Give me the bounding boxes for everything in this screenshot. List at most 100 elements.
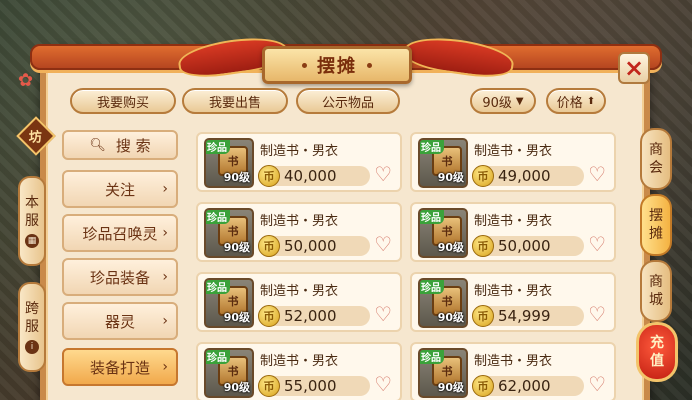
item-thumbnail: 书 珍品 90级 [418, 138, 468, 188]
sidebar-item-artifact-spirit[interactable]: 器灵 › [62, 302, 178, 340]
rtab-char: 商 [649, 142, 663, 158]
rarity-badge: 珍品 [420, 210, 444, 224]
rarity-badge: 珍品 [206, 140, 230, 154]
coin-icon: 币 [472, 305, 494, 327]
tab-mall[interactable]: 商 城 [640, 260, 672, 322]
coin-icon: 币 [472, 165, 494, 187]
item-card[interactable]: 书 珍品 90级 制造书・男衣 币 62,000 ♡ [410, 342, 616, 400]
sidebar-item-rare-equipment[interactable]: 珍品装备 › [62, 258, 178, 296]
price-bar: 币 52,000 [258, 305, 370, 327]
item-level: 90级 [437, 311, 464, 324]
item-thumbnail: 书 珍品 90级 [418, 278, 468, 328]
coin-icon: 币 [472, 375, 494, 397]
rtab-char: 会 [649, 160, 663, 176]
item-card[interactable]: 书 珍品 90级 制造书・男衣 币 40,000 ♡ [196, 132, 402, 192]
favorite-heart-icon[interactable]: ♡ [374, 234, 392, 254]
price-bar: 币 55,000 [258, 375, 370, 397]
favorite-heart-icon[interactable]: ♡ [374, 374, 392, 394]
item-level: 90级 [437, 381, 464, 394]
price-bar: 币 49,000 [472, 165, 584, 187]
rtab-char: 城 [649, 292, 663, 308]
dot-ornament [367, 62, 372, 68]
item-price: 50,000 [498, 237, 551, 255]
chevron-down-icon: ▼ [515, 95, 524, 107]
favorite-heart-icon[interactable]: ♡ [374, 304, 392, 324]
chevron-right-icon: › [162, 225, 168, 241]
item-thumbnail: 书 珍品 90级 [204, 208, 254, 258]
tab-buy[interactable]: 我要购买 [70, 88, 176, 114]
rarity-badge: 珍品 [420, 140, 444, 154]
price-sort-label: 价格 [556, 95, 583, 111]
rarity-badge: 珍品 [206, 280, 230, 294]
favorite-heart-icon[interactable]: ♡ [374, 164, 392, 184]
item-card[interactable]: 书 珍品 90级 制造书・男衣 币 50,000 ♡ [196, 202, 402, 262]
arrow-up-icon: ⬆ [586, 95, 596, 107]
vtab-char: 服 [25, 319, 39, 335]
search-icon: 🔍︎ [89, 137, 106, 153]
item-name: 制造书・男衣 [474, 284, 553, 299]
price-sort-button[interactable]: 价格 ⬆ [546, 88, 606, 114]
item-card[interactable]: 书 珍品 90级 制造书・男衣 币 55,000 ♡ [196, 342, 402, 400]
tab-label: 我要购买 [96, 95, 149, 111]
chevron-right-icon: › [162, 313, 168, 329]
sidebar-item-equipment-forging[interactable]: 装备打造 › [62, 348, 178, 386]
sidebar-item-label: 关注 [104, 180, 135, 199]
chevron-right-icon: › [162, 269, 168, 285]
search-label: 搜 索 [115, 136, 151, 155]
favorite-heart-icon[interactable]: ♡ [588, 234, 606, 254]
price-bar: 币 62,000 [472, 375, 584, 397]
price-bar: 币 50,000 [472, 235, 584, 257]
item-price: 62,000 [498, 377, 551, 395]
item-card[interactable]: 书 珍品 90级 制造书・男衣 币 49,000 ♡ [410, 132, 616, 192]
sidebar-item-label: 装备打造 [89, 358, 150, 377]
coin-icon: 币 [258, 235, 280, 257]
item-thumbnail: 书 珍品 90级 [204, 138, 254, 188]
vtab-cross-server[interactable]: 跨 服 i [18, 282, 46, 372]
price-bar: 币 40,000 [258, 165, 370, 187]
rtab-char: 商 [649, 274, 663, 290]
coin-icon: 币 [258, 305, 280, 327]
vtab-local-server[interactable]: 本 服 ▦ [18, 176, 46, 266]
item-price: 49,000 [498, 167, 551, 185]
recharge-button[interactable]: 充 值 [636, 322, 678, 382]
item-name: 制造书・男衣 [260, 214, 339, 229]
item-card[interactable]: 书 珍品 90级 制造书・男衣 币 54,999 ♡ [410, 272, 616, 332]
close-icon: × [623, 54, 645, 82]
sidebar-item-rare-summon[interactable]: 珍品召唤灵 › [62, 214, 178, 252]
item-level: 90级 [223, 241, 250, 254]
item-name: 制造书・男衣 [260, 354, 339, 369]
item-name: 制造书・男衣 [474, 354, 553, 369]
item-thumbnail: 书 珍品 90级 [204, 348, 254, 398]
title-plate: 摆摊 [262, 46, 412, 84]
item-card[interactable]: 书 珍品 90级 制造书・男衣 币 52,000 ♡ [196, 272, 402, 332]
favorite-heart-icon[interactable]: ♡ [588, 164, 606, 184]
item-price: 40,000 [284, 167, 337, 185]
info-icon: i [25, 340, 39, 354]
favorite-heart-icon[interactable]: ♡ [588, 374, 606, 394]
item-card[interactable]: 书 珍品 90级 制造书・男衣 币 50,000 ♡ [410, 202, 616, 262]
tab-stall[interactable]: 摆 摊 [640, 194, 672, 256]
chevron-right-icon: › [162, 359, 168, 375]
rarity-badge: 珍品 [206, 210, 230, 224]
vtab-char: 服 [25, 213, 39, 229]
tab-public-items[interactable]: 公示物品 [296, 88, 400, 114]
close-button[interactable]: × [618, 52, 650, 84]
tab-sell[interactable]: 我要出售 [182, 88, 288, 114]
item-level: 90级 [437, 171, 464, 184]
dot-ornament [302, 62, 307, 68]
recharge-char: 充 [650, 335, 664, 351]
search-button[interactable]: 🔍︎ 搜 索 [62, 130, 178, 160]
rarity-badge: 珍品 [206, 350, 230, 364]
favorite-heart-icon[interactable]: ♡ [588, 304, 606, 324]
item-name: 制造书・男衣 [260, 284, 339, 299]
chevron-right-icon: › [162, 181, 168, 197]
sidebar-item-follow[interactable]: 关注 › [62, 170, 178, 208]
tab-label: 我要出售 [208, 95, 261, 111]
rtab-char: 摆 [649, 208, 663, 224]
level-filter-dropdown[interactable]: 90级 ▼ [470, 88, 536, 114]
tab-chamber-of-commerce[interactable]: 商 会 [640, 128, 672, 190]
coin-icon: 币 [472, 235, 494, 257]
item-thumbnail: 书 珍品 90级 [418, 208, 468, 258]
item-name: 制造书・男衣 [474, 214, 553, 229]
item-name: 制造书・男衣 [474, 144, 553, 159]
